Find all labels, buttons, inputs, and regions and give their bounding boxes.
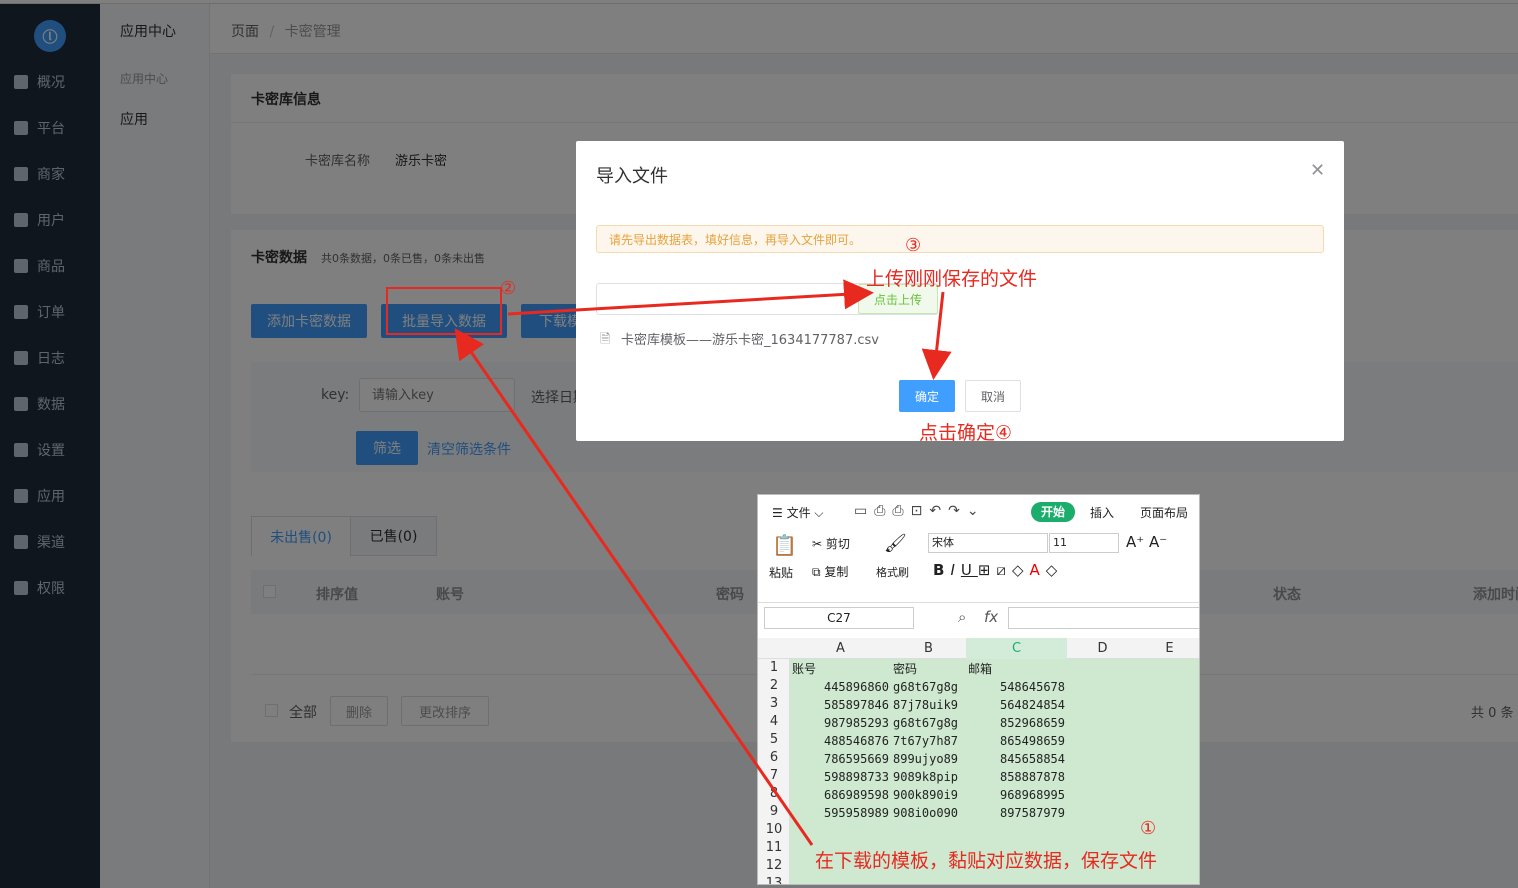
annotation-step1: ① — [1140, 818, 1157, 839]
annotation-step1-text: 在下载的模板，黏贴对应数据，保存文件 — [815, 850, 1158, 872]
arrow-step2 — [507, 279, 874, 316]
annotation-step2: ② — [500, 278, 517, 299]
arrow-step1 — [454, 328, 814, 846]
arrow-step3 — [921, 291, 952, 380]
annotation-arrows — [386, 279, 952, 846]
annotation-step4-text: 点击确定④ — [919, 422, 1013, 444]
annotation-step3: ③ — [905, 235, 922, 256]
highlight-box-import — [386, 287, 502, 335]
annotation-step3-text: 上传刚刚保存的文件 — [866, 268, 1038, 290]
